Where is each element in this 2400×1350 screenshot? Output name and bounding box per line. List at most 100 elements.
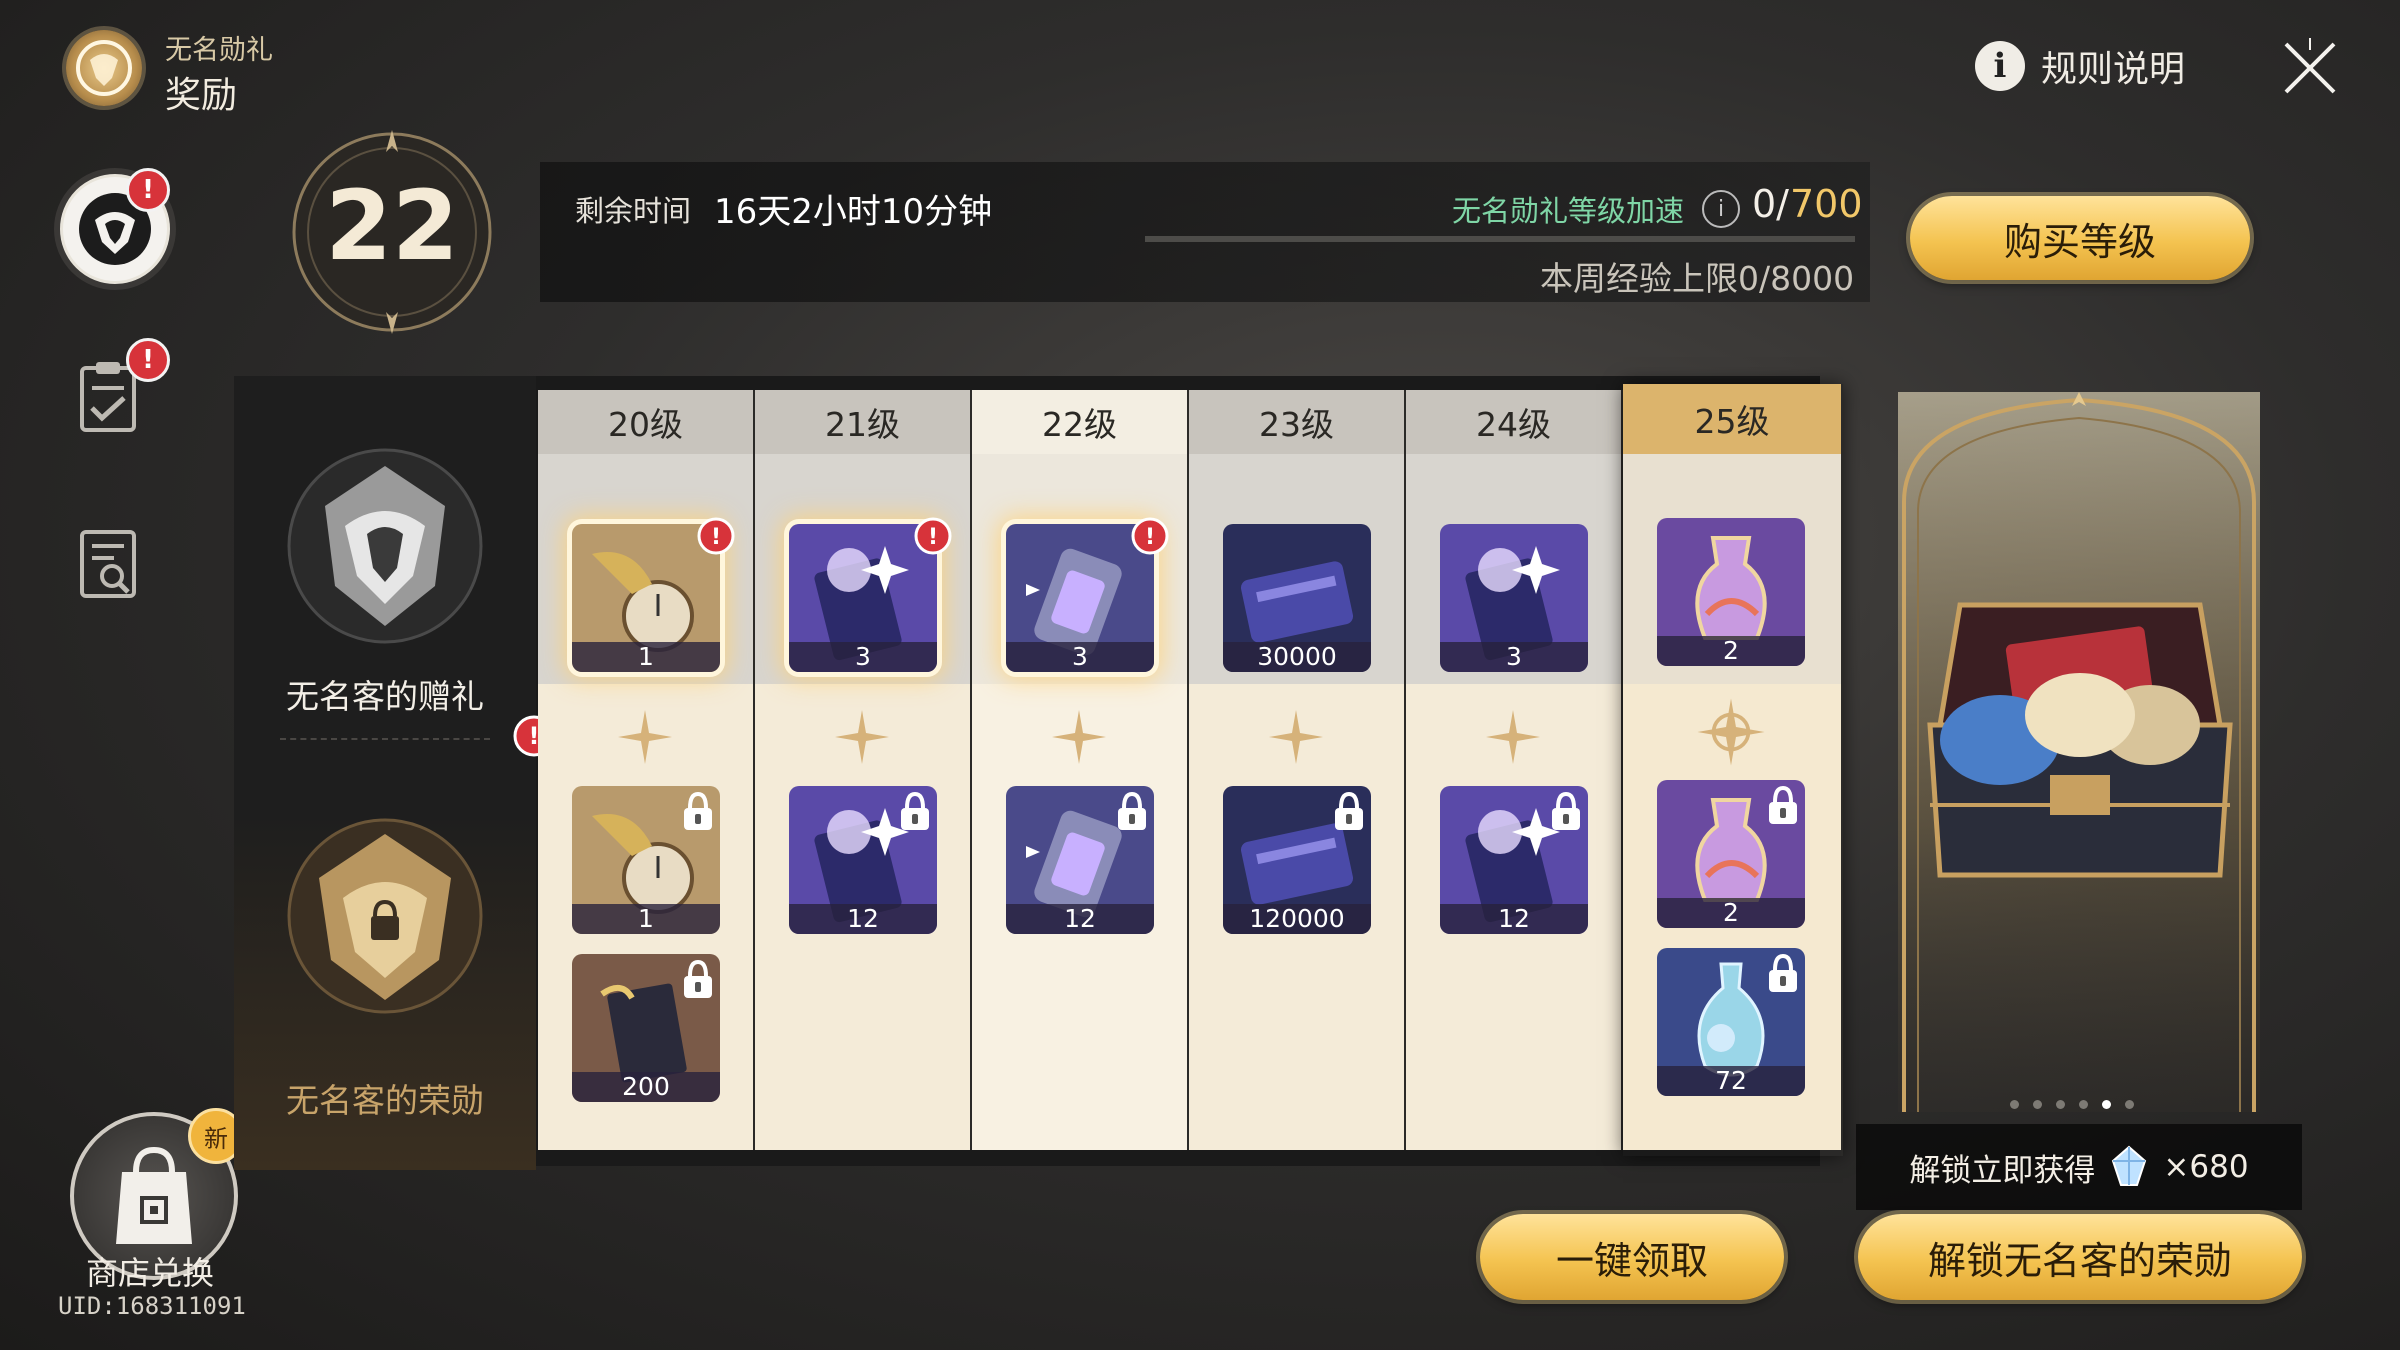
reward-item-crystal-flask[interactable]: 72 [1657, 948, 1805, 1096]
lock-icon [1335, 791, 1363, 830]
reward-quantity: 120000 [1223, 904, 1371, 934]
page-title: 奖励 [165, 75, 238, 116]
reward-quantity: 1 [572, 904, 720, 934]
level-header: 22级 [972, 390, 1187, 454]
reward-quantity: 1 [572, 642, 720, 672]
reward-item-ticket-star[interactable]: 3 [1440, 524, 1588, 672]
treasure-chest-icon [1927, 602, 2233, 878]
carousel-dot[interactable] [2056, 1100, 2065, 1109]
divider-star-icon [835, 710, 889, 764]
alert-badge: ! [126, 338, 170, 382]
carousel-dot[interactable] [2102, 1100, 2111, 1109]
reward-tier-column [234, 376, 536, 1170]
remaining-time-label: 剩余时间 [575, 194, 692, 228]
reward-item-ticket-star[interactable]: 12 [789, 786, 937, 934]
reward-quantity: 12 [789, 904, 937, 934]
lock-icon [1769, 953, 1797, 992]
lock-icon [1769, 785, 1797, 824]
reward-quantity: 3 [1440, 642, 1588, 672]
divider-star-icon [1052, 710, 1106, 764]
reward-quantity: 12 [1006, 904, 1154, 934]
reward-item-book[interactable]: 200 [572, 954, 720, 1102]
exp-current: 0/ [1752, 182, 1789, 226]
buy-level-button[interactable]: 购买等级 [1910, 196, 2250, 280]
weekly-exp-cap: 本周经验上限0/8000 [1540, 259, 1855, 298]
level-column: 21级 3! 12 [755, 390, 972, 1150]
reward-quantity: 3 [789, 642, 937, 672]
unlock-tip-label: 解锁立即获得 [1909, 1152, 2096, 1189]
level-column: 24级 3 12 [1406, 390, 1623, 1150]
divider-star-icon [1486, 710, 1540, 764]
tier-divider [280, 738, 490, 740]
rules-button[interactable]: i 规则说明 [1975, 40, 2185, 92]
current-level: 22 [325, 170, 459, 282]
unlock-tip-qty: ×680 [2163, 1149, 2249, 1185]
reward-item-ticket-star[interactable]: 12 [1440, 786, 1588, 934]
level-column: 23级 30000 120000 [1189, 390, 1406, 1150]
reward-item-potion[interactable]: 2 [1657, 780, 1805, 928]
free-tier-name: 无名客的赠礼 [286, 677, 484, 716]
svg-text:!: ! [928, 525, 938, 550]
claim-all-button[interactable]: 一键领取 [1480, 1214, 1784, 1300]
page-subtitle: 无名勋礼 [165, 35, 273, 66]
close-icon[interactable] [2278, 36, 2342, 100]
reward-item-film-canister[interactable]: 12 [1006, 786, 1154, 934]
divider-star-icon [618, 710, 672, 764]
level-header: 20级 [538, 390, 753, 454]
alert-badge: ! [913, 516, 953, 556]
reward-item-credit-card[interactable]: 30000 [1223, 524, 1371, 672]
carousel-dot[interactable] [2033, 1100, 2042, 1109]
exp-progress-bar [1145, 236, 1855, 242]
stellar-jade-icon [2112, 1145, 2147, 1186]
nav-item-records[interactable] [78, 526, 138, 602]
level-accel-label: 无名勋礼等级加速 [1452, 194, 1685, 228]
alert-badge: ! [1130, 516, 1170, 556]
level-header: 21级 [755, 390, 970, 454]
reward-quantity: 2 [1657, 898, 1805, 928]
player-uid: UID:168311091 [58, 1292, 246, 1320]
free-tier-emblem-icon [287, 448, 483, 644]
paid-tier-name: 无名客的荣勋 [286, 1081, 484, 1120]
alert-badge: ! [126, 168, 170, 212]
alert-icon: ! [1131, 517, 1169, 555]
lock-icon [684, 959, 712, 998]
reward-quantity: 200 [572, 1072, 720, 1102]
carousel-dot[interactable] [2125, 1100, 2134, 1109]
carousel-dot[interactable] [2079, 1100, 2088, 1109]
accel-info-icon[interactable]: i [1702, 190, 1740, 228]
preview-carousel-dots[interactable] [2010, 1100, 2134, 1109]
svg-text:!: ! [1145, 525, 1155, 550]
records-search-icon [80, 530, 136, 598]
level-column: 25级 2 2 72 [1623, 384, 1843, 1156]
unlock-reward-tip: 解锁立即获得 ×680 [1856, 1124, 2302, 1210]
shop-exchange-label: 商店兑换 [85, 1254, 214, 1292]
divider-star-icon [1269, 710, 1323, 764]
reward-quantity: 30000 [1223, 642, 1371, 672]
rules-label: 规则说明 [2041, 49, 2186, 90]
reward-quantity: 2 [1657, 636, 1805, 666]
svg-text:!: ! [711, 525, 721, 550]
lock-icon [1118, 791, 1146, 830]
alert-icon: ! [914, 517, 952, 555]
alert-badge: ! [696, 516, 736, 556]
level-header: 24级 [1406, 390, 1621, 454]
level-header: 25级 [1623, 384, 1841, 454]
lock-icon [684, 791, 712, 830]
carousel-dot[interactable] [2010, 1100, 2019, 1109]
level-header: 23级 [1189, 390, 1404, 454]
reward-item-credit-card[interactable]: 120000 [1223, 786, 1371, 934]
lock-icon [1552, 791, 1580, 830]
level-column: 22级 3! 12 [972, 390, 1189, 1150]
remaining-time-value: 16天2小时10分钟 [714, 192, 993, 232]
reward-quantity: 72 [1657, 1066, 1805, 1096]
reward-quantity: 3 [1006, 642, 1154, 672]
info-icon: i [1975, 41, 2025, 91]
reward-item-pocket-watch[interactable]: 1 [572, 786, 720, 934]
level-columns: 20级 1! 1 200 21级 3! 12 22级 3! 12 23级 30000 120000 24级… [538, 384, 1843, 1156]
alert-icon: ! [697, 517, 735, 555]
level-column: 20级 1! 1 200 [538, 390, 755, 1150]
reward-item-potion[interactable]: 2 [1657, 518, 1805, 666]
paid-tier-emblem-icon [287, 818, 483, 1014]
exp-max: 700 [1790, 182, 1863, 226]
unlock-honor-button[interactable]: 解锁无名客的荣勋 [1858, 1214, 2302, 1300]
